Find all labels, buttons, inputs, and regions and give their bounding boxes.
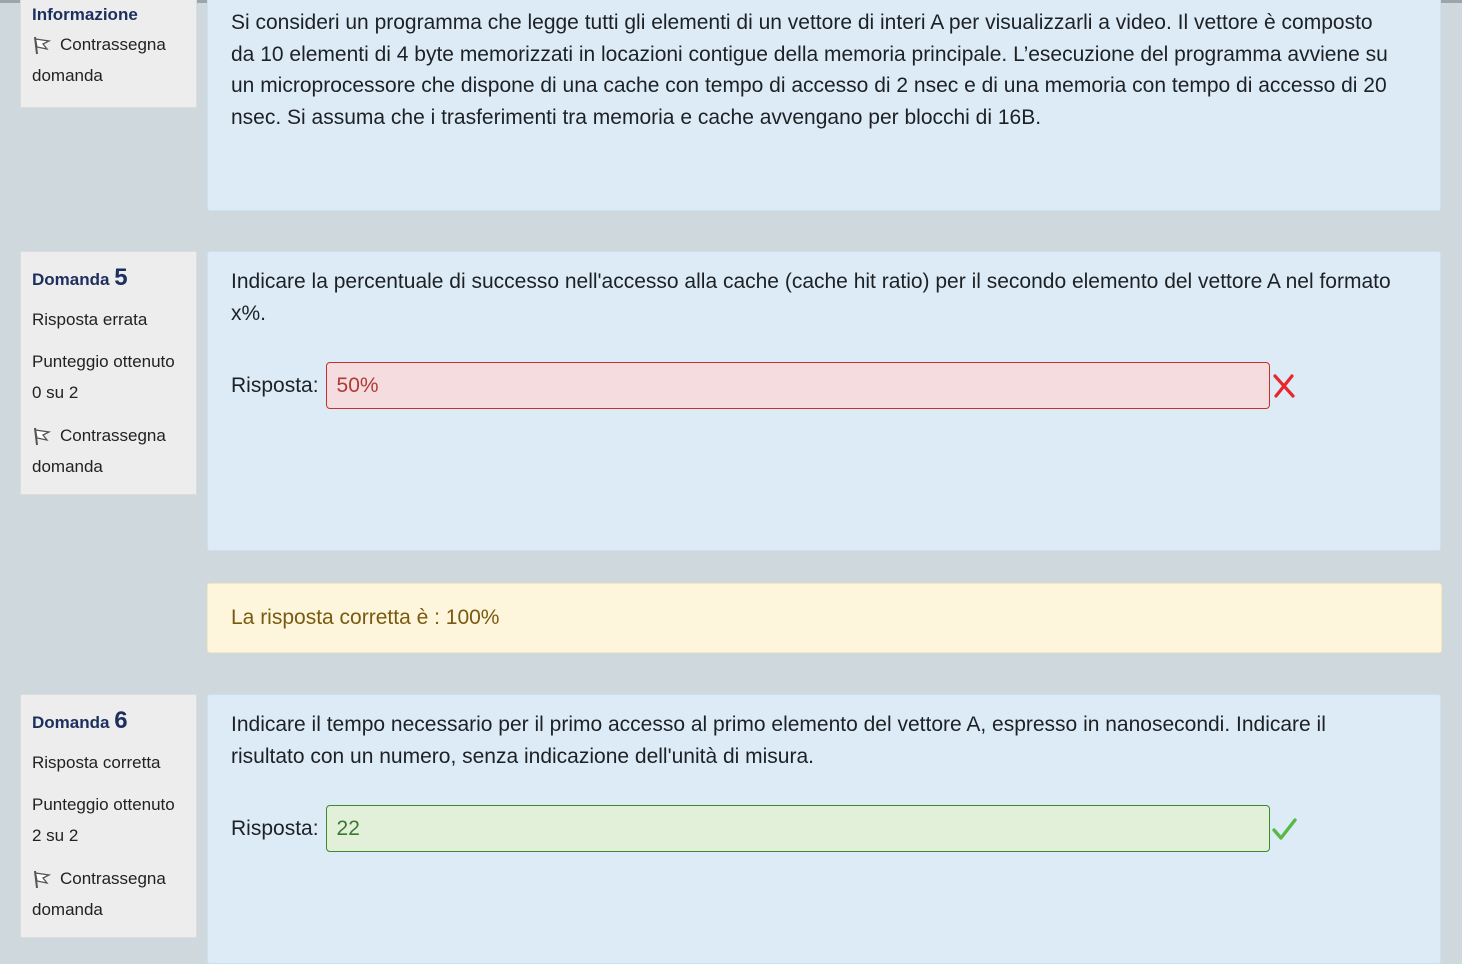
flag-icon [34,427,52,446]
info-sidebar: Informazione Contrassegna domanda [20,0,197,108]
info-content: Si consideri un programma che legge tutt… [207,0,1441,211]
answer-value: 50% [336,373,379,397]
feedback-text: La risposta corretta è : 100% [231,606,500,629]
flag-icon [34,36,52,55]
cross-icon [1272,373,1295,398]
answer-value: 22 [336,816,360,840]
question-6-content: Indicare il tempo necessario per il prim… [207,694,1441,964]
question-heading: Domanda 5 [32,262,185,296]
question-label: Domanda [32,270,110,289]
flag-question-link[interactable]: Contrassegna domanda [32,863,185,925]
flag-label: Contrassegna [60,426,166,445]
flag-question-link[interactable]: Contrassegna domanda [32,29,185,91]
score-value: 0 su 2 [32,383,79,402]
question-text: Indicare il tempo necessario per il prim… [231,713,1326,768]
info-title: Informazione [32,5,138,24]
answer-row: Risposta: 50% [231,362,1297,409]
question-heading: Domanda 6 [32,705,185,739]
check-icon [1271,817,1297,840]
question-number: 5 [114,264,128,291]
answer-label: Risposta: [231,373,319,397]
question-5-sidebar: Domanda 5 Risposta errata Punteggio otte… [20,251,197,495]
flag-label-2: domanda [32,457,103,476]
answer-input[interactable]: 22 [325,805,1270,852]
question-text: Indicare la percentuale di successo nell… [231,270,1391,325]
flag-label-2: domanda [32,66,103,85]
question-6-sidebar: Domanda 6 Risposta corretta Punteggio ot… [20,694,197,938]
question-5-content: Indicare la percentuale di successo nell… [207,251,1441,551]
correct-answer-feedback: La risposta corretta è : 100% [207,583,1442,653]
answer-row: Risposta: 22 [231,805,1297,852]
score-label: Punteggio ottenuto [32,352,175,371]
answer-input[interactable]: 50% [325,362,1270,409]
question-label: Domanda [32,713,110,732]
score-label: Punteggio ottenuto [32,795,175,814]
flag-label-2: domanda [32,900,103,919]
flag-icon [34,870,52,889]
flag-label: Contrassegna [60,869,166,888]
question-status: Risposta errata [32,310,148,329]
answer-label: Risposta: [231,816,319,840]
score-value: 2 su 2 [32,826,79,845]
question-number: 6 [114,707,128,734]
flag-label: Contrassegna [60,35,166,54]
info-text: Si consideri un programma che legge tutt… [231,11,1388,129]
flag-question-link[interactable]: Contrassegna domanda [32,420,185,482]
question-status: Risposta corretta [32,753,161,772]
